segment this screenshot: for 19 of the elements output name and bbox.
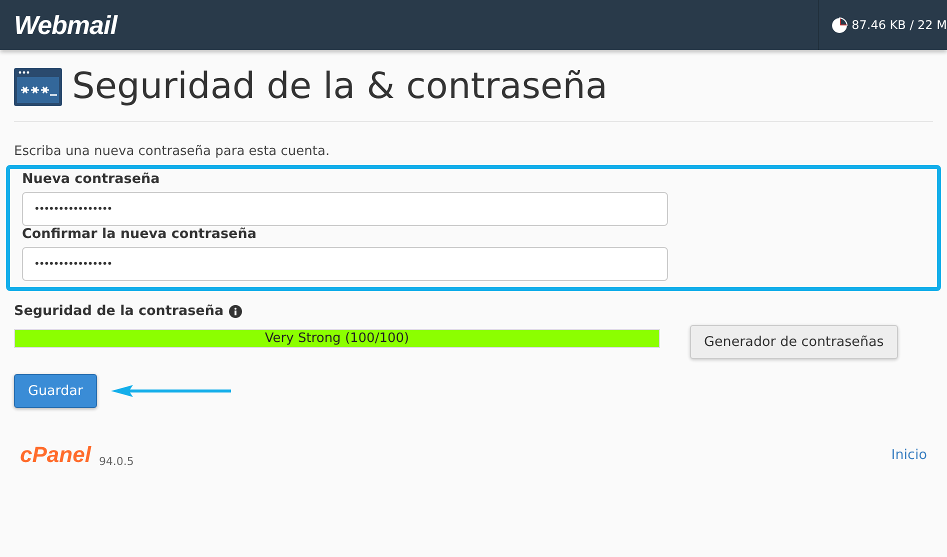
password-window-icon <box>14 68 62 106</box>
save-button[interactable]: Guardar <box>14 374 97 408</box>
info-icon[interactable] <box>228 304 242 318</box>
password-field[interactable]: •••••••••••••••• <box>22 247 668 281</box>
webmail-logo[interactable]: Webmail <box>14 10 117 40</box>
strength-reading: Very Strong (100/100) <box>264 330 410 347</box>
disk-usage-text: 87.46 KB / 22 M <box>852 18 947 32</box>
password-field[interactable]: •••••••••••••••• <box>22 192 668 226</box>
field-label: Confirmar la nueva contraseña <box>22 226 258 242</box>
home-link[interactable]: Inicio <box>891 447 927 463</box>
arrow-icon <box>111 384 231 398</box>
cpanel-logo: cPanel <box>20 442 91 468</box>
pie-chart-icon <box>830 16 848 34</box>
password-generator-button[interactable]: Generador de contraseñas <box>690 325 898 359</box>
field-label: Nueva contraseña <box>22 171 161 187</box>
instruction-text: Escriba una nueva contraseña para esta cuenta. <box>14 144 331 159</box>
version-text: 94.0.5 <box>98 455 134 468</box>
page-title: Seguridad de la & contraseña <box>72 66 608 107</box>
strength-label: Seguridad de la contraseña <box>14 303 224 319</box>
